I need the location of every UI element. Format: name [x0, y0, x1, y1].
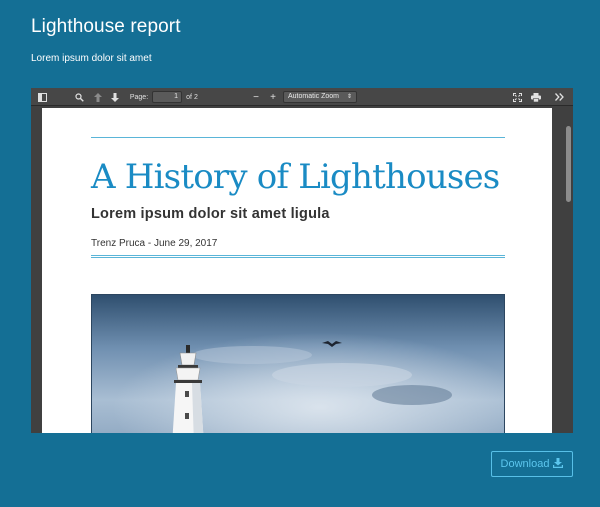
tools-menu-icon[interactable] [553, 88, 565, 106]
scroll-thumb[interactable] [566, 126, 571, 202]
select-caret-icon: ⇕ [346, 94, 352, 100]
page-number-input[interactable]: 1 [152, 91, 182, 103]
pdf-scrollbar[interactable] [563, 106, 573, 433]
previous-page-icon[interactable] [92, 88, 104, 106]
byline-rule-double [91, 257, 505, 258]
search-icon[interactable] [73, 88, 85, 106]
presentation-mode-icon[interactable] [511, 88, 523, 106]
next-page-icon[interactable] [109, 88, 121, 106]
document-title: A History of Lighthouses [91, 157, 500, 197]
lighthouse-photo [91, 294, 505, 433]
sidebar-toggle-icon[interactable] [36, 88, 48, 106]
zoom-select[interactable]: Automatic Zoom ⇕ [283, 91, 357, 103]
page-subtitle: Lorem ipsum dolor sit amet [31, 53, 152, 64]
document-byline: Trenz Pruca - June 29, 2017 [91, 238, 218, 249]
print-icon[interactable] [530, 88, 542, 106]
byline-rule [91, 255, 505, 256]
zoom-out-button[interactable]: − [251, 88, 261, 106]
download-icon [553, 457, 564, 471]
top-rule [91, 137, 505, 138]
page-title: Lighthouse report [31, 16, 181, 37]
page-label: Page: [129, 93, 149, 101]
document-subtitle: Lorem ipsum dolor sit amet ligula [91, 206, 330, 222]
pdf-page: A History of Lighthouses Lorem ipsum dol… [42, 108, 552, 433]
pdf-toolbar: Page: 1 of 2 − + Automatic Zoom ⇕ [31, 88, 573, 106]
download-label: Download [500, 458, 550, 470]
page-count: of 2 [186, 93, 198, 101]
zoom-in-button[interactable]: + [268, 88, 278, 106]
download-button[interactable]: Download [491, 451, 573, 477]
zoom-select-value: Automatic Zoom [288, 93, 339, 100]
pdf-viewer: Page: 1 of 2 − + Automatic Zoom ⇕ A Hist… [31, 88, 573, 433]
